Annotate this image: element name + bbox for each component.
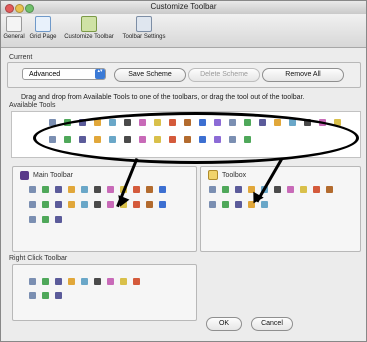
toolbox-tool-icon[interactable] bbox=[209, 201, 216, 208]
main-toolbar-tool-icon[interactable] bbox=[81, 201, 88, 208]
main-toolbar-tool-icon[interactable] bbox=[29, 216, 36, 223]
main-toolbar-tool-icon[interactable] bbox=[55, 201, 62, 208]
right-click-tool-icon[interactable] bbox=[81, 278, 88, 285]
tab-grid-page-label: Grid Page bbox=[29, 34, 57, 40]
toolbox-tool-icon[interactable] bbox=[222, 201, 229, 208]
grid-page-icon bbox=[35, 16, 51, 32]
current-scheme-box: Advanced Save Scheme Delete Scheme Remov… bbox=[7, 62, 361, 88]
toolbox-tool-icon[interactable] bbox=[261, 201, 268, 208]
toolbox-label: Toolbox bbox=[222, 172, 247, 179]
tab-customize-toolbar-label: Customize Toolbar bbox=[64, 34, 114, 40]
toolbox-tool-icon[interactable] bbox=[222, 186, 229, 193]
scheme-select-value: Advanced bbox=[29, 71, 61, 78]
right-click-tool-icon[interactable] bbox=[133, 278, 140, 285]
main-toolbar-tool-icon[interactable] bbox=[107, 186, 114, 193]
main-toolbar-tool-icon[interactable] bbox=[68, 186, 75, 193]
right-click-toolbar-label: Right Click Toolbar bbox=[9, 255, 68, 262]
scheme-select[interactable]: Advanced bbox=[22, 68, 106, 80]
remove-all-button[interactable]: Remove All bbox=[262, 68, 344, 82]
main-toolbar-box: Main Toolbar bbox=[12, 166, 197, 252]
main-toolbar-tool-icon[interactable] bbox=[107, 201, 114, 208]
toolbox-tool-icon[interactable] bbox=[300, 186, 307, 193]
main-toolbar-tool-icon[interactable] bbox=[55, 216, 62, 223]
general-icon bbox=[6, 16, 22, 32]
right-click-tool-icon[interactable] bbox=[94, 278, 101, 285]
main-toolbar-tool-icon[interactable] bbox=[94, 186, 101, 193]
tab-toolbar-settings[interactable]: Toolbar Settings bbox=[120, 16, 168, 45]
main-toolbar-tool-icon[interactable] bbox=[55, 186, 62, 193]
main-toolbar-tool-icon[interactable] bbox=[42, 186, 49, 193]
main-toolbar-tool-icon[interactable] bbox=[81, 186, 88, 193]
toolbox-tool-icon[interactable] bbox=[313, 186, 320, 193]
main-toolbar-tool-icon[interactable] bbox=[42, 201, 49, 208]
instructions-text: Drag and drop from Available Tools to on… bbox=[21, 94, 305, 101]
tab-general-label: General bbox=[3, 34, 25, 40]
main-toolbar-label: Main Toolbar bbox=[33, 172, 73, 179]
preferences-toolbar: General Grid Page Customize Toolbar Tool… bbox=[1, 14, 366, 48]
toolbox-box: Toolbox bbox=[200, 166, 361, 252]
toolbox-tool-icon[interactable] bbox=[287, 186, 294, 193]
right-click-tool-icon[interactable] bbox=[42, 278, 49, 285]
main-toolbar-tool-icon[interactable] bbox=[133, 186, 140, 193]
toolbar-settings-icon bbox=[136, 16, 152, 32]
main-toolbar-tool-icon[interactable] bbox=[146, 201, 153, 208]
toolbox-tool-icon[interactable] bbox=[235, 201, 242, 208]
right-click-tool-icon[interactable] bbox=[120, 278, 127, 285]
toolbox-tool-icon[interactable] bbox=[326, 186, 333, 193]
customize-toolbar-icon bbox=[81, 16, 97, 32]
right-click-tool-icon[interactable] bbox=[55, 278, 62, 285]
save-scheme-button[interactable]: Save Scheme bbox=[114, 68, 186, 82]
main-toolbar-tool-icon[interactable] bbox=[29, 186, 36, 193]
right-click-tool-icon[interactable] bbox=[68, 278, 75, 285]
tab-general[interactable]: General bbox=[3, 16, 25, 45]
main-toolbar-tool-icon[interactable] bbox=[29, 201, 36, 208]
toolbox-tool-icon[interactable] bbox=[209, 186, 216, 193]
annotation-oval bbox=[33, 112, 359, 164]
main-toolbar-tool-icon[interactable] bbox=[159, 186, 166, 193]
toolbox-tool-icon[interactable] bbox=[274, 186, 281, 193]
available-tools-label: Available Tools bbox=[9, 102, 56, 109]
main-toolbar-tool-icon[interactable] bbox=[159, 201, 166, 208]
main-toolbar-tool-icon[interactable] bbox=[42, 216, 49, 223]
toolbox-icon bbox=[208, 170, 218, 180]
right-click-tool-icon[interactable] bbox=[107, 278, 114, 285]
current-group-label: Current bbox=[9, 54, 33, 61]
window-title: Customize Toolbar bbox=[150, 2, 217, 11]
main-toolbar-tool-icon[interactable] bbox=[94, 201, 101, 208]
right-click-tool-icon[interactable] bbox=[29, 292, 36, 299]
tab-toolbar-settings-label: Toolbar Settings bbox=[122, 34, 166, 40]
toolbox-tool-icon[interactable] bbox=[235, 186, 242, 193]
tab-grid-page[interactable]: Grid Page bbox=[28, 16, 58, 45]
main-toolbar-tool-icon[interactable] bbox=[133, 201, 140, 208]
main-toolbar-tool-icon[interactable] bbox=[146, 186, 153, 193]
title-bar: Customize Toolbar bbox=[1, 1, 366, 15]
main-toolbar-icon bbox=[20, 171, 29, 180]
ok-button[interactable]: OK bbox=[206, 317, 242, 331]
delete-scheme-button[interactable]: Delete Scheme bbox=[188, 68, 260, 82]
chevron-up-down-icon bbox=[95, 68, 105, 79]
main-toolbar-tool-icon[interactable] bbox=[68, 201, 75, 208]
right-click-tool-icon[interactable] bbox=[42, 292, 49, 299]
tab-customize-toolbar[interactable]: Customize Toolbar bbox=[63, 16, 115, 45]
right-click-tool-icon[interactable] bbox=[55, 292, 62, 299]
customize-toolbar-window: Customize Toolbar General Grid Page Cust… bbox=[0, 0, 367, 342]
right-click-toolbar-box bbox=[12, 264, 197, 321]
right-click-tool-icon[interactable] bbox=[29, 278, 36, 285]
cancel-button[interactable]: Cancel bbox=[251, 317, 293, 331]
